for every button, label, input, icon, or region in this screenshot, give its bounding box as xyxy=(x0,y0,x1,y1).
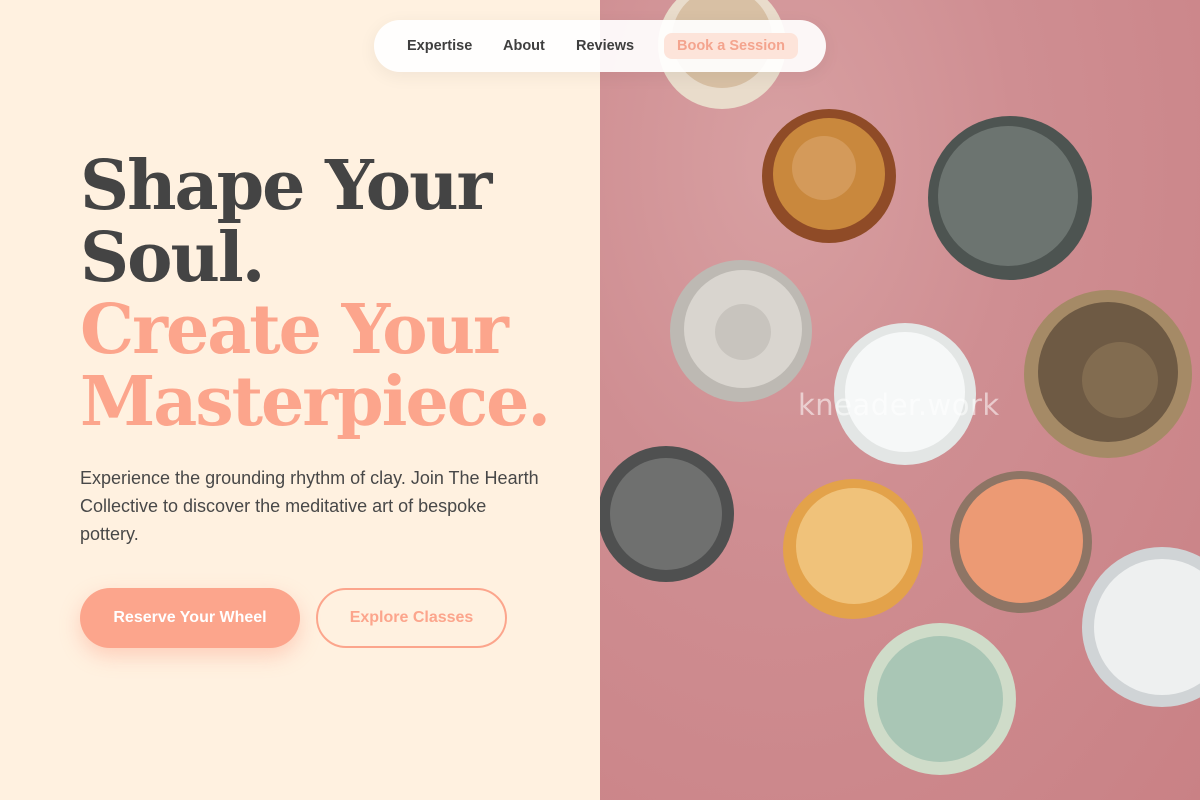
hero-title-line-1: Shape Your xyxy=(80,146,492,226)
hero-title-line-2: Soul. xyxy=(80,218,265,298)
hero-accent-line-2: Masterpiece. xyxy=(80,362,551,442)
nav-item-expertise[interactable]: Expertise xyxy=(407,20,472,72)
book-session-button[interactable]: Book a Session xyxy=(664,33,798,59)
explore-classes-button[interactable]: Explore Classes xyxy=(316,588,507,648)
watermark-text: kneader.work xyxy=(798,388,1000,422)
hero-heading: Shape Your Soul. Create Your Masterpiece… xyxy=(80,146,551,442)
hero-description: Experience the grounding rhythm of clay.… xyxy=(80,468,539,544)
top-navigation: Expertise About Reviews Book a Session xyxy=(374,20,826,72)
reserve-wheel-button[interactable]: Reserve Your Wheel xyxy=(80,588,300,648)
nav-item-reviews[interactable]: Reviews xyxy=(576,20,634,72)
nav-item-about[interactable]: About xyxy=(503,20,545,72)
hero-accent-line-1: Create Your xyxy=(80,290,509,370)
